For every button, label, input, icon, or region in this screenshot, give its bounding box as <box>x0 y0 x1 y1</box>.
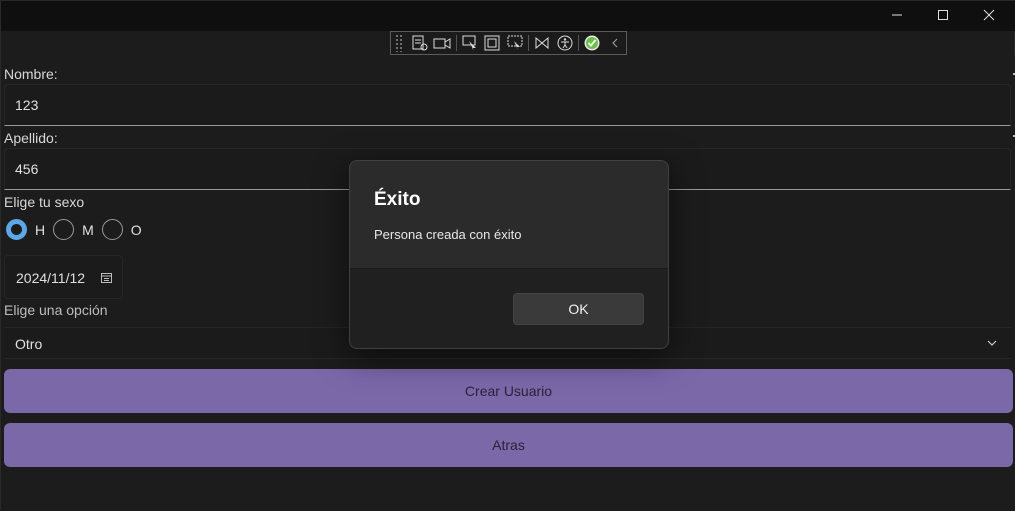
radio-m-label: M <box>82 221 94 238</box>
sexo-label: Elige tu sexo <box>4 194 85 210</box>
maximize-button[interactable] <box>920 1 966 29</box>
dialog-title: Éxito <box>374 189 421 210</box>
date-picker[interactable]: 2024/11/12 <box>4 255 123 299</box>
toolbar-separator <box>455 35 457 51</box>
hot-reload-icon <box>535 36 549 50</box>
close-icon <box>983 9 995 21</box>
video-button[interactable] <box>431 32 454 54</box>
video-icon <box>433 38 451 49</box>
opcion-label: Elige una opción <box>4 302 108 318</box>
radio-h[interactable] <box>6 219 27 240</box>
hot-reload-ok-icon <box>584 35 600 51</box>
toolbar-separator <box>577 35 579 51</box>
date-value: 2024/11/12 <box>16 270 86 286</box>
accessibility-icon <box>557 35 573 51</box>
nombre-field[interactable]: 123 <box>4 84 1011 126</box>
display-layout-adorners-button[interactable] <box>481 32 504 54</box>
collapse-chevron-icon <box>611 38 618 48</box>
sexo-radio-group: H M O <box>6 219 150 240</box>
calendar-icon <box>101 273 112 283</box>
maximize-icon <box>938 10 948 20</box>
minimize-button[interactable] <box>874 1 920 29</box>
apellido-value: 456 <box>15 161 39 177</box>
minimize-icon <box>892 14 902 16</box>
select-element-icon <box>462 35 476 51</box>
close-button[interactable] <box>966 1 1012 29</box>
track-focus-icon <box>507 35 523 50</box>
opcion-value: Otro <box>15 336 43 352</box>
live-visual-tree-button[interactable] <box>409 32 432 54</box>
collapse-toolbar-button[interactable] <box>603 32 626 54</box>
radio-o[interactable] <box>101 219 123 240</box>
track-focus-button[interactable] <box>504 32 527 54</box>
hot-reload-status-button[interactable] <box>581 32 604 54</box>
radio-m[interactable] <box>53 219 75 240</box>
toolbar-separator <box>528 35 529 51</box>
atras-button[interactable]: Atras <box>4 423 1013 467</box>
radio-o-label: O <box>130 221 142 238</box>
radio-h-label: H <box>35 221 46 238</box>
dialog-message: Persona creada con éxito <box>374 227 522 242</box>
live-visual-tree-icon <box>412 35 428 51</box>
nombre-value: 123 <box>15 97 39 113</box>
toolbar-grip[interactable] <box>395 34 403 52</box>
accessibility-button[interactable] <box>553 32 576 54</box>
app-window: Nombre: 123 Apellido: 456 Elige tu sexo … <box>0 0 1015 511</box>
crear-usuario-button[interactable]: Crear Usuario <box>4 369 1013 413</box>
hot-reload-button[interactable] <box>531 32 554 54</box>
ok-button[interactable]: OK <box>513 293 644 325</box>
select-element-button[interactable] <box>458 32 481 54</box>
title-bar <box>1 1 1015 31</box>
success-dialog: Éxito Persona creada con éxito OK <box>349 160 669 349</box>
xaml-debug-toolbar <box>390 31 627 55</box>
dialog-footer: OK <box>350 268 668 348</box>
apellido-label: Apellido: <box>4 130 58 146</box>
chevron-down-icon <box>987 340 997 346</box>
nombre-label: Nombre: <box>4 66 58 82</box>
display-layout-adorners-icon <box>484 35 500 51</box>
